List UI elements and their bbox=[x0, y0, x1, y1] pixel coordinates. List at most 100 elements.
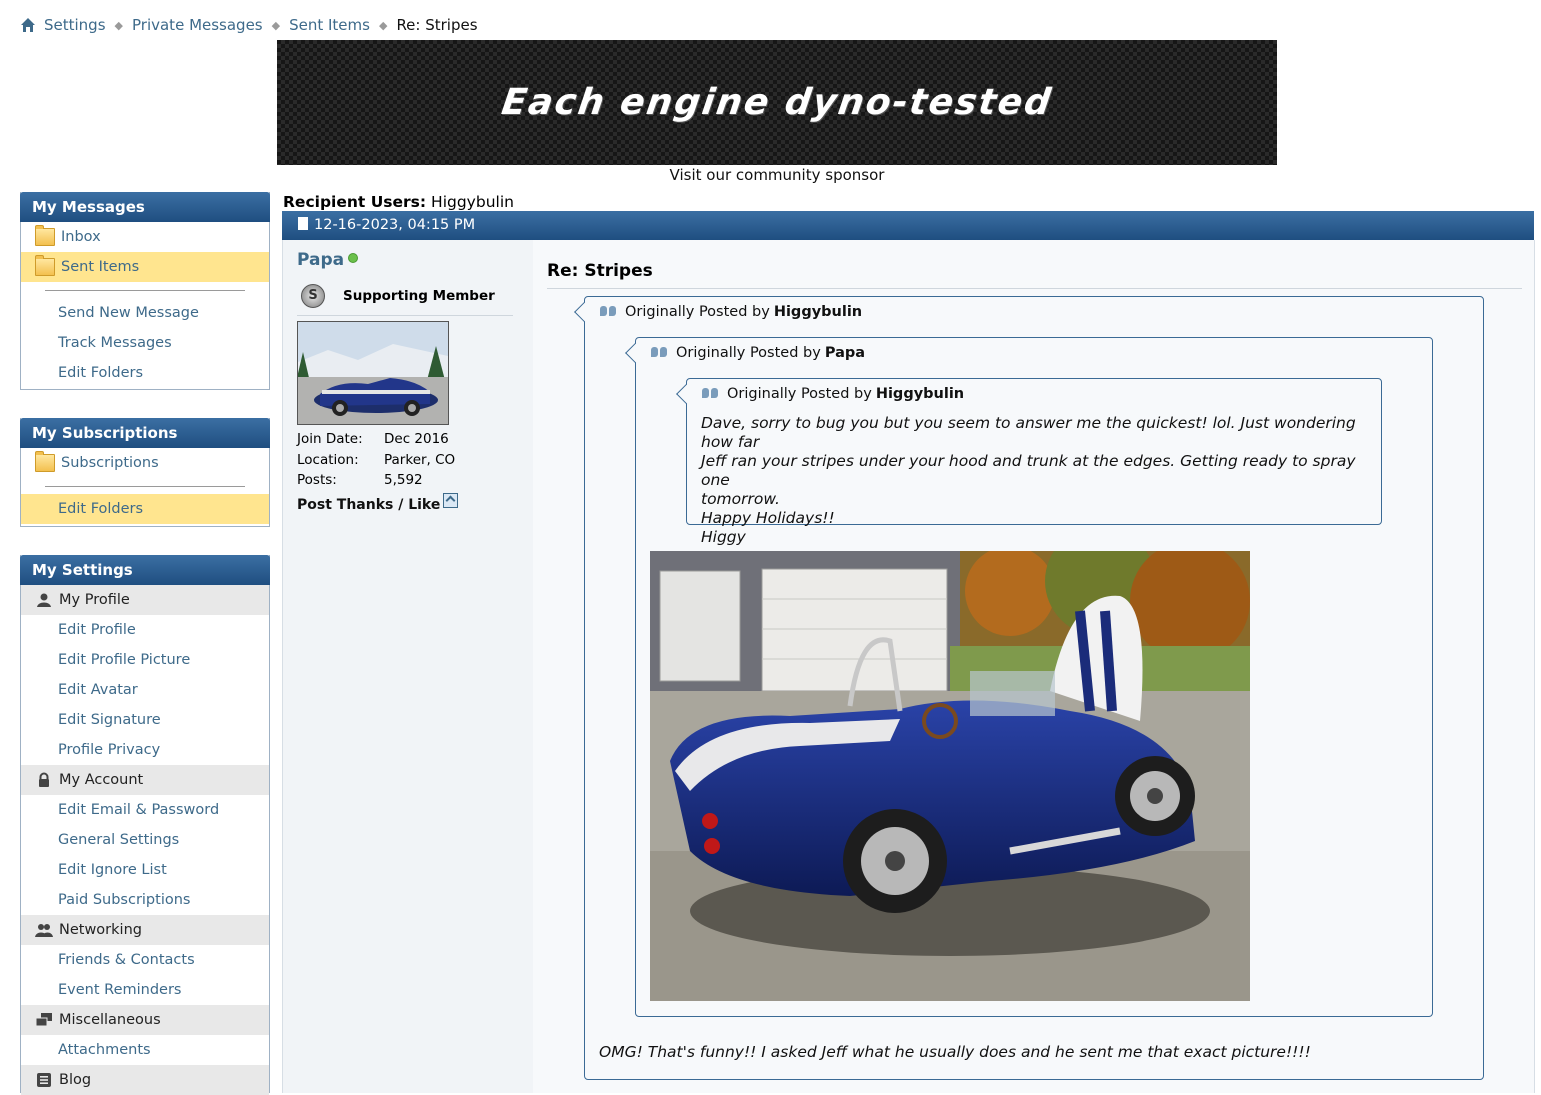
sidebar-item-inbox[interactable]: Inbox bbox=[21, 222, 269, 252]
divider bbox=[21, 282, 269, 298]
username-text[interactable]: Papa bbox=[297, 250, 344, 270]
quote-prefix: Originally Posted by bbox=[676, 345, 821, 361]
quote-icon bbox=[651, 347, 668, 359]
recipient-users-value[interactable]: Higgybulin bbox=[431, 193, 514, 211]
breadcrumb-separator-icon: ◆ bbox=[378, 18, 388, 32]
quote-icon bbox=[702, 388, 719, 400]
quote-author[interactable]: Higgybulin bbox=[876, 386, 964, 402]
sidebar-item-paid-subscriptions[interactable]: Paid Subscriptions bbox=[21, 885, 269, 915]
post-header: 12-16-2023, 04:15 PM bbox=[282, 211, 1534, 240]
user-stats: Join Date: Dec 2016 Location: Parker, CO P… bbox=[297, 429, 455, 491]
my-settings-header[interactable]: My Settings bbox=[20, 555, 270, 585]
breadcrumb-sent-items[interactable]: Sent Items bbox=[289, 16, 370, 34]
divider bbox=[297, 315, 513, 316]
user-rank: S Supporting Member bbox=[301, 284, 495, 308]
breadcrumb-separator-icon: ◆ bbox=[271, 18, 281, 32]
my-messages-block: My Messages Inbox Sent Items Send New Me… bbox=[20, 192, 270, 390]
sidebar-item-label: Sent Items bbox=[61, 259, 140, 275]
location-value: Parker, CO bbox=[384, 451, 456, 468]
folder-icon bbox=[35, 225, 55, 246]
posts-row: Posts: 5,592 bbox=[297, 470, 455, 491]
lock-icon bbox=[39, 772, 49, 787]
sponsor-caption[interactable]: Visit our community sponsor bbox=[277, 166, 1277, 184]
post-title: Re: Stripes bbox=[547, 261, 653, 281]
avatar[interactable] bbox=[297, 321, 449, 425]
quote-prefix: Originally Posted by bbox=[727, 386, 872, 402]
document-icon bbox=[298, 217, 308, 230]
my-messages-header[interactable]: My Messages bbox=[20, 192, 270, 222]
sidebar-item-profile-privacy[interactable]: Profile Privacy bbox=[21, 735, 269, 765]
sidebar-item-edit-email-password[interactable]: Edit Email & Password bbox=[21, 795, 269, 825]
blog-icon bbox=[37, 1073, 51, 1087]
folder-icon bbox=[35, 451, 55, 472]
breadcrumb: Settings ◆ Private Messages ◆ Sent Items… bbox=[20, 14, 478, 36]
quote-icon bbox=[600, 306, 617, 318]
quote-header: Originally Posted by Higgybulin bbox=[702, 386, 964, 402]
expand-up-icon[interactable] bbox=[443, 493, 459, 508]
my-subscriptions-header[interactable]: My Subscriptions bbox=[20, 418, 270, 448]
monitors-icon bbox=[35, 1013, 52, 1027]
banner-text: Each engine dyno-tested bbox=[499, 82, 1055, 123]
join-date-value: Dec 2016 bbox=[384, 431, 449, 447]
quote-line: tomorrow. bbox=[701, 490, 780, 508]
sidebar-item-edit-folders[interactable]: Edit Folders bbox=[21, 358, 269, 388]
sidebar-item-edit-profile[interactable]: Edit Profile bbox=[21, 615, 269, 645]
sidebar-item-track-messages[interactable]: Track Messages bbox=[21, 328, 269, 358]
sidebar-item-event-reminders[interactable]: Event Reminders bbox=[21, 975, 269, 1005]
recipient-users-label: Recipient Users: bbox=[283, 193, 427, 211]
quote-inner: Originally Posted by Higgybulin Dave, so… bbox=[686, 378, 1382, 546]
sidebar-item-label: Subscriptions bbox=[61, 455, 159, 471]
quote-author[interactable]: Higgybulin bbox=[774, 304, 862, 320]
sidebar-item-edit-subscription-folders[interactable]: Edit Folders bbox=[21, 494, 269, 524]
sidebar-group-label: My Account bbox=[59, 772, 144, 788]
home-icon[interactable] bbox=[20, 17, 36, 33]
breadcrumb-current: Re: Stripes bbox=[396, 16, 478, 34]
sidebar-item-edit-profile-picture[interactable]: Edit Profile Picture bbox=[21, 645, 269, 675]
sidebar-group-label: Networking bbox=[59, 922, 142, 938]
sidebar-item-subscriptions[interactable]: Subscriptions bbox=[21, 448, 269, 478]
sidebar-item-send-new-message[interactable]: Send New Message bbox=[21, 298, 269, 328]
quote-header: Originally Posted by Papa bbox=[651, 345, 865, 361]
breadcrumb-private-messages[interactable]: Private Messages bbox=[132, 16, 263, 34]
sidebar-item-sent-items[interactable]: Sent Items bbox=[21, 252, 269, 282]
post-date: 12-16-2023, 04:15 PM bbox=[314, 217, 476, 233]
folder-icon bbox=[35, 255, 55, 276]
sponsor-banner[interactable]: Each engine dyno-tested bbox=[277, 40, 1277, 165]
sidebar-item-edit-signature[interactable]: Edit Signature bbox=[21, 705, 269, 735]
post-body: Re: Stripes Originally Posted by Higgybu… bbox=[533, 240, 1535, 1093]
location-label: Location: bbox=[297, 451, 359, 468]
sidebar-group-miscellaneous: Miscellaneous bbox=[21, 1005, 269, 1035]
posts-value: 5,592 bbox=[384, 472, 423, 488]
sidebar-item-general-settings[interactable]: General Settings bbox=[21, 825, 269, 855]
posts-label: Posts: bbox=[297, 472, 337, 488]
join-date-row: Join Date: Dec 2016 bbox=[297, 429, 455, 450]
sidebar-group-networking: Networking bbox=[21, 915, 269, 945]
sidebar-item-edit-avatar[interactable]: Edit Avatar bbox=[21, 675, 269, 705]
quote-text: Dave, sorry to bug you but you seem to a… bbox=[701, 414, 1369, 547]
sidebar-item-label: Inbox bbox=[61, 229, 101, 245]
post-thanks-label: Post Thanks / Like bbox=[297, 497, 441, 513]
attached-car-photo[interactable] bbox=[650, 551, 1250, 1001]
breadcrumb-settings[interactable]: Settings bbox=[44, 16, 106, 34]
quote-middle: Originally Posted by Papa Originally Pos… bbox=[635, 337, 1433, 1017]
join-date-label: Join Date: bbox=[297, 431, 363, 447]
quote-author[interactable]: Papa bbox=[825, 345, 865, 361]
quote-header: Originally Posted by Higgybulin bbox=[600, 304, 862, 320]
car-photo-image bbox=[650, 551, 1250, 1001]
quote-line: Dave, sorry to bug you but you seem to a… bbox=[701, 414, 1356, 451]
username[interactable]: Papa bbox=[297, 250, 359, 270]
quote-line: Happy Holidays!! bbox=[701, 509, 835, 527]
breadcrumb-separator-icon: ◆ bbox=[114, 18, 123, 32]
online-status-icon bbox=[348, 253, 359, 263]
sidebar-item-attachments[interactable]: Attachments bbox=[21, 1035, 269, 1065]
sidebar-group-blog[interactable]: Blog bbox=[21, 1065, 269, 1095]
divider bbox=[21, 478, 269, 494]
user-rank-label: Supporting Member bbox=[343, 288, 495, 304]
sidebar-group-label: Blog bbox=[59, 1072, 92, 1088]
sidebar-item-friends-contacts[interactable]: Friends & Contacts bbox=[21, 945, 269, 975]
quote-line: Higgy bbox=[701, 528, 746, 546]
avatar-image bbox=[298, 322, 448, 424]
sidebar-group-label: My Profile bbox=[59, 592, 130, 608]
sidebar-item-edit-ignore-list[interactable]: Edit Ignore List bbox=[21, 855, 269, 885]
users-icon bbox=[35, 924, 53, 937]
